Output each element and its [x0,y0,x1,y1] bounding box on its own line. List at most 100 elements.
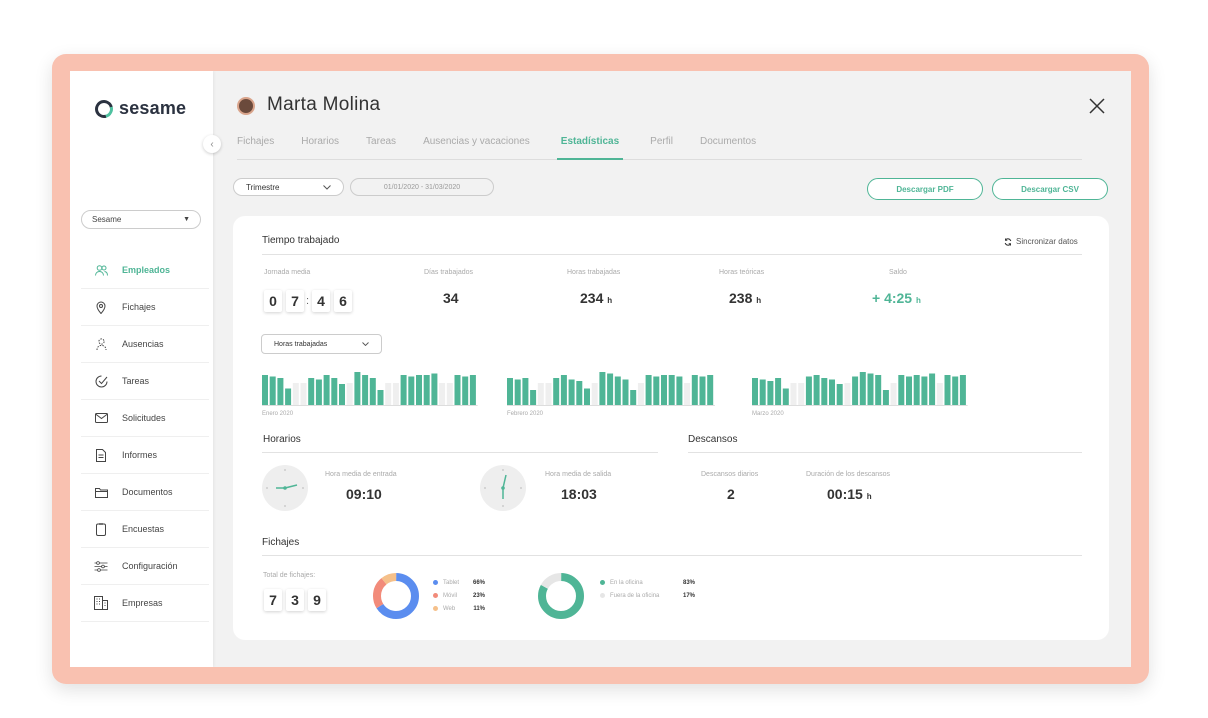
chart-bar [622,379,629,405]
digit: 7 [264,589,282,611]
tab-estadisticas[interactable]: Estadísticas [556,132,624,160]
sidebar-item-solicitudes[interactable]: Solicitudes [81,400,209,437]
chart-bar [423,375,430,405]
hours-bar-chart [262,372,968,406]
legend-item-oficina: En la oficina 83% [600,576,695,589]
chart-metric-select[interactable]: Horas trabajadas [261,334,382,354]
sidebar-item-configuracion[interactable]: Configuración [81,548,209,585]
chart-bar [929,373,936,405]
sidebar-item-empresas[interactable]: Empresas [81,585,209,622]
digit: 7 [286,290,304,312]
folder-icon [94,485,108,499]
chart-bar [385,383,392,405]
legend-item-tablet: Tablet 66% [433,576,485,589]
tab-horarios[interactable]: Horarios [301,132,339,160]
chart-bar [377,390,384,405]
value-unit: h [915,296,921,305]
chart-metric-value: Horas trabajadas [274,340,328,348]
company-select[interactable]: Sesame ▼ [81,210,201,229]
tab-fichajes[interactable]: Fichajes [237,132,274,160]
digit: 3 [286,589,304,611]
chart-bar [913,375,920,405]
chart-bar [836,384,843,405]
chart-bar [653,376,660,405]
month-label: Febrero 2020 [507,411,544,417]
sync-data-button[interactable]: Sincronizar datos [1004,237,1078,246]
download-csv-button[interactable]: Descargar CSV [992,178,1108,200]
chart-bar [339,384,345,405]
page-title: Marta Molina [267,94,381,115]
period-select[interactable]: Trimestre [233,178,344,196]
chart-bar [537,383,544,405]
close-icon[interactable] [1088,97,1106,115]
chart-bar [568,379,575,405]
chart-bar [354,372,361,405]
chart-bar [790,383,797,405]
location-donut-chart [538,573,584,619]
jornada-media-label: Jornada media [264,269,311,276]
users-icon [94,263,108,277]
legend-dot [433,593,438,598]
chart-bar [439,383,446,405]
statistics-card: Tiempo trabajado Sincronizar datos Jorna… [233,216,1109,640]
chart-bar [952,376,959,405]
tab-documentos[interactable]: Documentos [700,132,756,160]
date-range-input[interactable]: 01/01/2020 - 31/03/2020 [350,178,494,196]
sidebar-item-empleados[interactable]: Empleados [81,252,209,289]
chart-bar [882,390,889,405]
legend-item-movil: Móvil 23% [433,589,485,602]
sidebar-item-informes[interactable]: Informes [81,437,209,474]
sidebar-item-fichajes[interactable]: Fichajes [81,289,209,326]
digit: 9 [308,589,326,611]
download-pdf-button[interactable]: Descargar PDF [867,178,983,200]
value-number: + 4:25 [872,290,913,306]
chart-bar [576,381,583,405]
chart-bar [530,390,537,405]
legend-label: Tablet [443,579,460,586]
sidebar-item-encuestas[interactable]: Encuestas [81,511,209,548]
legend-label: Móvil [443,592,458,599]
tab-perfil[interactable]: Perfil [650,132,673,160]
digit: 0 [264,290,282,312]
chart-bar [637,383,644,405]
legend-item-web: Web 11% [433,602,485,615]
location-pin-icon [94,300,108,314]
device-legend: Tablet 66% Móvil 23% Web 11% [433,576,485,615]
chart-bar [852,376,859,405]
chart-bar [707,375,714,405]
descansos-diarios-value: 2 [727,486,735,502]
chart-bar [813,375,820,405]
period-select-value: Trimestre [246,182,280,192]
collapse-sidebar-button[interactable]: ‹ [203,135,221,153]
clock-entrada-icon [262,465,308,511]
chart-bar [699,376,706,405]
chart-bar [545,383,552,405]
section-title-fichajes: Fichajes [262,537,300,548]
chart-bar [867,373,874,405]
chart-bar [821,378,828,405]
sidebar-item-label: Empleados [122,265,171,275]
chart-bar [584,388,590,405]
chart-bar [514,379,521,405]
sidebar: sesame Sesame ▼ Empleados Fichajes Ausen… [70,71,213,667]
sidebar-item-label: Tareas [122,376,150,386]
chart-bar [959,375,966,405]
chart-bar [661,375,667,405]
tab-tareas[interactable]: Tareas [366,132,396,160]
month-label: Marzo 2020 [752,411,784,417]
legend-value: 23% [472,592,485,599]
divider [688,452,1082,453]
section-title-tiempo: Tiempo trabajado [262,235,340,246]
chart-bar [607,373,614,405]
chart-bar [331,378,338,405]
logo[interactable]: sesame [91,96,186,121]
value-number: 00:15 [827,486,863,502]
sidebar-item-tareas[interactable]: Tareas [81,363,209,400]
legend-label: Fuera de la oficina [610,592,660,599]
chart-bar [553,378,560,405]
sidebar-item-documentos[interactable]: Documentos [81,474,209,511]
sidebar-item-ausencias[interactable]: Ausencias [81,326,209,363]
sync-label: Sincronizar datos [1016,237,1078,246]
chart-bar [408,376,415,405]
tab-ausencias[interactable]: Ausencias y vacaciones [423,132,530,160]
